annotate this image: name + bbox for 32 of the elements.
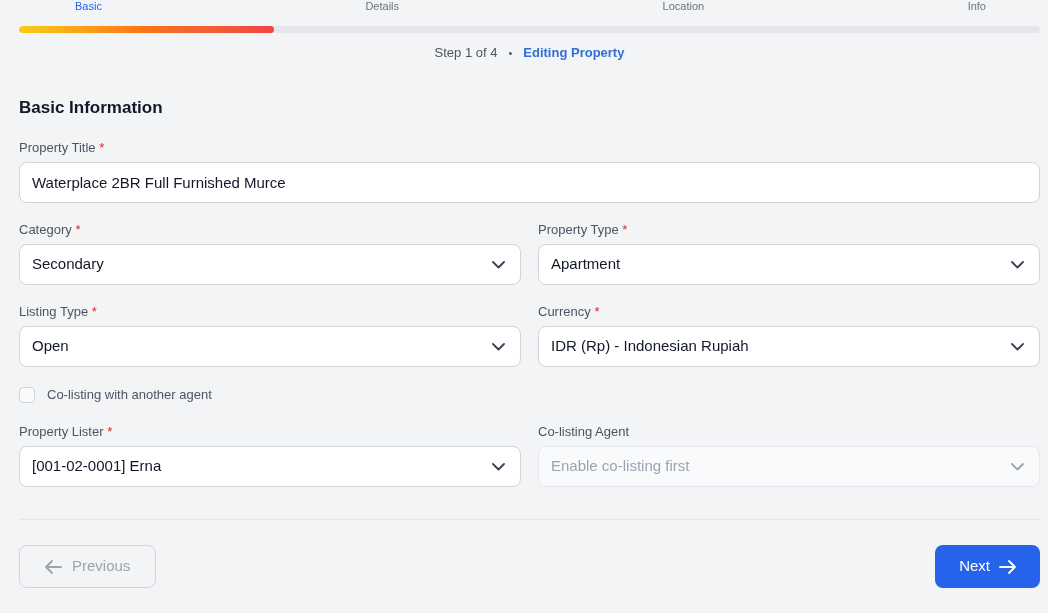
chevron-down-icon (492, 342, 505, 351)
next-button[interactable]: Next (935, 545, 1040, 588)
field-label: Property Title * (19, 139, 106, 157)
checkbox[interactable] (19, 387, 35, 403)
chevron-down-icon (1011, 342, 1024, 351)
select-field[interactable]: [001-02-0001] Erna (19, 446, 521, 487)
mode-label: Editing Property (523, 44, 625, 62)
field-label: Category * (19, 221, 82, 239)
checkbox-label[interactable]: Co-listing with another agent (47, 385, 212, 405)
step-label: Location (662, 0, 705, 12)
step-label: Basic (75, 0, 102, 12)
select-field[interactable]: Secondary (19, 244, 521, 285)
step-label: Info (967, 0, 986, 12)
step-counter: Step 1 of 4 (434, 44, 498, 62)
step-label: Details (365, 0, 400, 12)
field-label: Currency * (538, 303, 601, 321)
chevron-down-icon (492, 462, 505, 471)
field-label: Co-listing Agent (538, 423, 631, 441)
section-title: Basic Information (19, 97, 164, 119)
field-label: Property Type * (538, 221, 629, 239)
select-field[interactable]: IDR (Rp) - Indonesian Rupiah (538, 326, 1040, 367)
select-field[interactable]: Open (19, 326, 521, 367)
bullet-separator: • (508, 46, 513, 61)
chevron-down-icon (492, 260, 505, 269)
field-label: Listing Type * (19, 303, 98, 321)
select-field[interactable]: Apartment (538, 244, 1040, 285)
chevron-down-icon (1011, 462, 1024, 471)
field-label: Property Lister * (19, 423, 114, 441)
chevron-down-icon (1011, 260, 1024, 269)
arrow-left-icon (45, 559, 62, 574)
arrow-right-icon (999, 559, 1016, 574)
text-field[interactable]: Waterplace 2BR Full Furnished Murce (19, 162, 1040, 203)
